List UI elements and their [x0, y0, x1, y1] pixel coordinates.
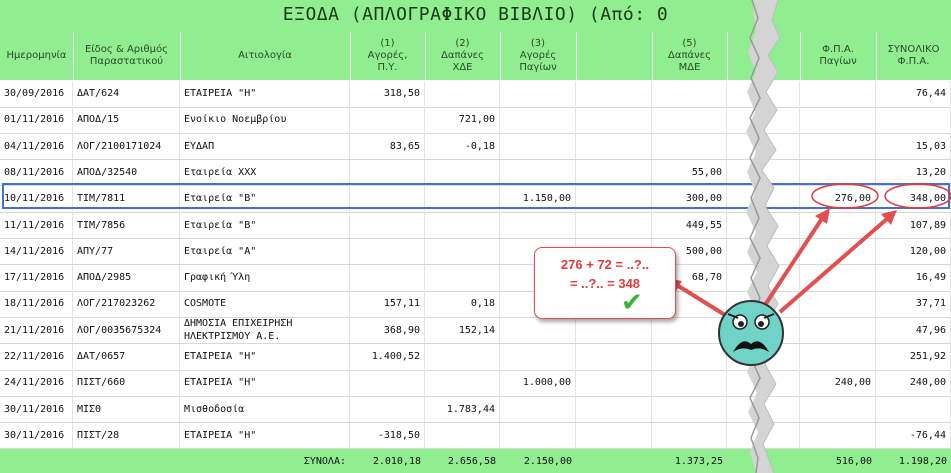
- annotation-arrows: [666, 183, 951, 366]
- expenses-ledger-sheet: ΕΞΟΔΑ (ΑΠΛΟΓΡΑΦΙΚΟ ΒΙΒΛΙΟ) (Από: 0 Ημερο…: [0, 0, 951, 473]
- vat-total-circle: [884, 183, 951, 209]
- callout-line-1: 276 + 72 = ..?..: [560, 257, 650, 272]
- confused-face-icon: [718, 300, 784, 366]
- callout-line-2: = ..?.. = 348: [569, 276, 641, 291]
- calculation-callout: 276 + 72 = ..?.. = ..?.. = 348 ✔: [534, 247, 676, 319]
- vat-fixed-circle: [811, 183, 879, 209]
- checkmark-icon: ✔: [621, 288, 643, 318]
